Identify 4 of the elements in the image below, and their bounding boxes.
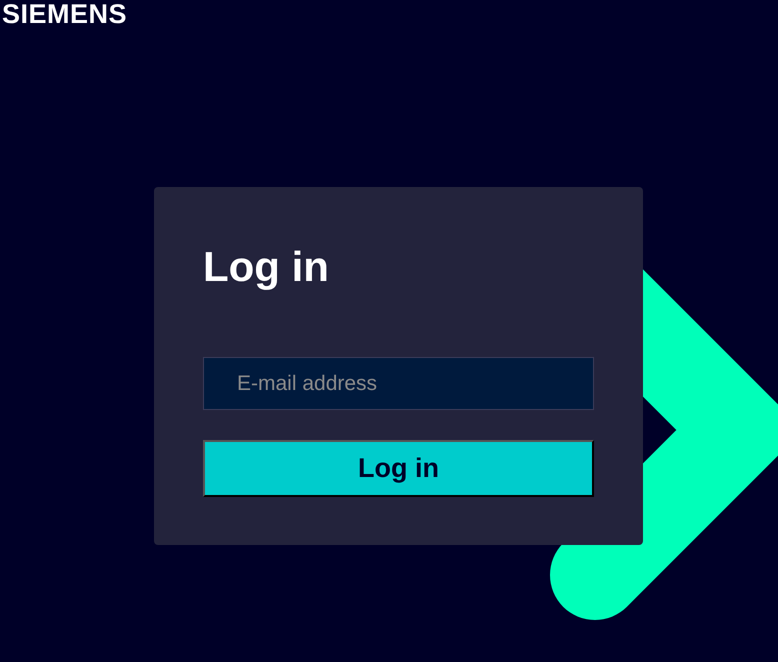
login-button[interactable]: Log in	[203, 440, 594, 497]
email-field[interactable]: E-mail address	[203, 357, 594, 410]
logo: SIEMENS	[2, 0, 128, 28]
login-title: Log in	[203, 242, 330, 292]
